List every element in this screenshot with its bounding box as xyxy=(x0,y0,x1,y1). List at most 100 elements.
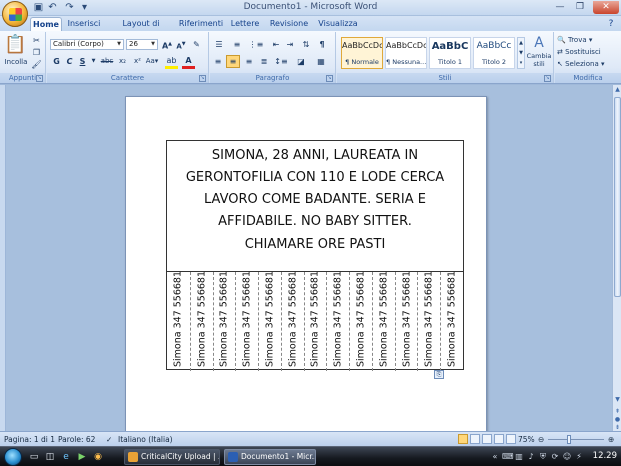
zoom-slider-track[interactable] xyxy=(548,439,604,440)
align-center-icon[interactable]: ≡ xyxy=(226,55,240,68)
style-no-spacing[interactable]: AaBbCcDc ¶ Nessuna... xyxy=(385,37,427,69)
find-button[interactable]: 🔍 Trova ▾ xyxy=(557,35,619,46)
scroll-down-icon[interactable]: ▼ xyxy=(613,395,621,404)
zoom-level[interactable]: 75% xyxy=(518,434,535,445)
tab-review[interactable]: Revisione xyxy=(266,17,312,31)
browser-icon[interactable]: e xyxy=(60,451,72,463)
style-normal[interactable]: AaBbCcDc ¶ Normale xyxy=(341,37,383,69)
style-heading-2[interactable]: AaBbCc Titolo 2 xyxy=(473,37,515,69)
tear-off-tab: Simona 347 556681 xyxy=(212,271,236,371)
tab-references[interactable]: Riferimenti xyxy=(178,17,224,31)
tray-expand-icon[interactable]: « xyxy=(490,452,500,462)
decrease-indent-icon[interactable]: ⇤ xyxy=(270,39,282,50)
scroll-up-icon[interactable]: ▲ xyxy=(613,85,621,94)
help-icon[interactable]: ? xyxy=(604,17,618,31)
tab-home[interactable]: Home xyxy=(30,17,62,31)
change-styles-button[interactable]: Cambia stili xyxy=(525,52,553,68)
outline-icon[interactable] xyxy=(494,434,504,444)
zoom-slider-thumb[interactable] xyxy=(567,435,571,444)
switch-windows-icon[interactable]: ◫ xyxy=(44,451,56,463)
paragraph-launcher-icon[interactable]: ↘ xyxy=(326,75,333,82)
change-case-icon[interactable]: Aa▾ xyxy=(145,56,159,67)
styles-scroll-icon[interactable]: ▲ ▼ ▾ xyxy=(517,37,525,69)
shading-icon[interactable]: ◪ xyxy=(294,56,308,67)
media-icon[interactable]: ▶ xyxy=(76,451,88,463)
firefox-icon[interactable]: ◉ xyxy=(92,451,104,463)
network-icon[interactable]: ▥ xyxy=(514,452,524,462)
italic-icon[interactable]: C xyxy=(64,56,75,67)
tab-mailings[interactable]: Lettere xyxy=(228,17,262,31)
grow-font-icon[interactable]: A▲ xyxy=(161,39,173,52)
clipboard-launcher-icon[interactable]: ↘ xyxy=(36,75,43,82)
superscript-icon[interactable]: x² xyxy=(131,56,144,67)
underline-dropdown-icon[interactable]: ▼ xyxy=(90,56,97,67)
paste-options-icon[interactable]: ⎘ xyxy=(434,370,444,379)
web-layout-icon[interactable] xyxy=(482,434,492,444)
scrollbar-thumb[interactable] xyxy=(614,97,621,297)
font-size-combo[interactable]: 26 ▼ xyxy=(126,39,158,50)
paste-button[interactable]: Incolla xyxy=(2,57,30,68)
close-button[interactable]: ✕ xyxy=(593,1,619,14)
strikethrough-icon[interactable]: abc xyxy=(100,56,114,67)
font-name-combo[interactable]: Calibri (Corpo) ▼ xyxy=(50,39,124,50)
volume-icon[interactable]: ♪ xyxy=(526,452,536,462)
copy-icon[interactable]: ❐ xyxy=(31,47,42,58)
change-styles-icon[interactable]: A xyxy=(527,35,551,51)
shrink-font-icon[interactable]: A▼ xyxy=(175,39,187,52)
full-screen-reading-icon[interactable] xyxy=(470,434,480,444)
messenger-icon[interactable]: ☺ xyxy=(562,452,572,462)
align-left-icon[interactable]: ≡ xyxy=(212,56,224,67)
font-launcher-icon[interactable]: ↘ xyxy=(199,75,206,82)
borders-icon[interactable]: ▦ xyxy=(314,56,328,67)
taskbar-item-criticalcity[interactable]: CriticalCity Upload | ... xyxy=(124,449,220,465)
language-icon[interactable]: ⌨ xyxy=(502,452,514,462)
tab-view[interactable]: Visualizza xyxy=(316,17,360,31)
show-desktop-icon[interactable]: ▭ xyxy=(28,451,40,463)
security-icon[interactable]: ⛨ xyxy=(538,452,548,462)
power-icon[interactable]: ⚡ xyxy=(574,452,584,462)
zoom-in-icon[interactable]: ⊕ xyxy=(608,434,614,445)
align-right-icon[interactable]: ≡ xyxy=(243,56,255,67)
select-button[interactable]: ↖ Seleziona ▾ xyxy=(557,59,619,70)
start-button[interactable] xyxy=(4,448,22,466)
style-heading-1[interactable]: AaBbC Titolo 1 xyxy=(429,37,471,69)
print-layout-icon[interactable] xyxy=(458,434,468,444)
sort-icon[interactable]: ⇅ xyxy=(300,39,312,50)
format-painter-icon[interactable]: 🖌 xyxy=(31,59,42,70)
office-button[interactable] xyxy=(2,1,28,27)
styles-launcher-icon[interactable]: ↘ xyxy=(544,75,551,82)
word-count[interactable]: Parole: 62 xyxy=(58,434,95,445)
multilevel-list-icon[interactable]: ⋮≡ xyxy=(248,39,264,50)
bold-icon[interactable]: G xyxy=(51,56,62,67)
paste-icon[interactable]: 📋 xyxy=(4,34,26,58)
maximize-button[interactable]: ❐ xyxy=(571,1,589,14)
font-color-icon[interactable]: A xyxy=(182,55,195,69)
subscript-icon[interactable]: x₂ xyxy=(116,56,129,67)
tear-off-phone: Simona 347 556681 xyxy=(287,270,299,367)
replace-button[interactable]: ⇄ Sostituisci xyxy=(557,47,619,58)
update-icon[interactable]: ⟳ xyxy=(550,452,560,462)
minimize-button[interactable]: — xyxy=(551,1,569,14)
language[interactable]: Italiano (Italia) xyxy=(118,434,173,445)
clear-format-icon[interactable]: ✎ xyxy=(190,39,203,50)
page-count[interactable]: Pagina: 1 di 1 xyxy=(4,434,55,445)
taskbar-item-word[interactable]: Documento1 - Micr... xyxy=(224,449,316,465)
line-spacing-icon[interactable]: ↕≡ xyxy=(274,56,288,67)
flyer-table[interactable]: SIMONA, 28 ANNI, LAUREATA IN GERONTOFILI… xyxy=(166,140,464,371)
tab-insert[interactable]: Inserisci xyxy=(64,17,104,31)
tear-off-phone: Simona 347 556681 xyxy=(423,270,435,367)
clock[interactable]: 12.29 xyxy=(593,451,617,461)
bullets-icon[interactable]: ☰ xyxy=(212,39,226,50)
justify-icon[interactable]: ≣ xyxy=(258,56,270,67)
vertical-scrollbar[interactable]: ▲ ▼ ⇞ ● ⇟ xyxy=(612,85,621,431)
draft-icon[interactable] xyxy=(506,434,516,444)
increase-indent-icon[interactable]: ⇥ xyxy=(284,39,296,50)
proofing-icon[interactable]: ✓ xyxy=(106,434,112,445)
highlight-icon[interactable]: ab xyxy=(165,55,178,69)
zoom-out-icon[interactable]: ⊖ xyxy=(538,434,544,445)
tab-page-layout[interactable]: Layout di pagina xyxy=(108,17,174,42)
numbering-icon[interactable]: ≡ xyxy=(230,39,244,50)
underline-icon[interactable]: S xyxy=(77,56,88,67)
cut-icon[interactable]: ✂ xyxy=(31,35,42,46)
show-marks-icon[interactable]: ¶ xyxy=(316,39,328,50)
